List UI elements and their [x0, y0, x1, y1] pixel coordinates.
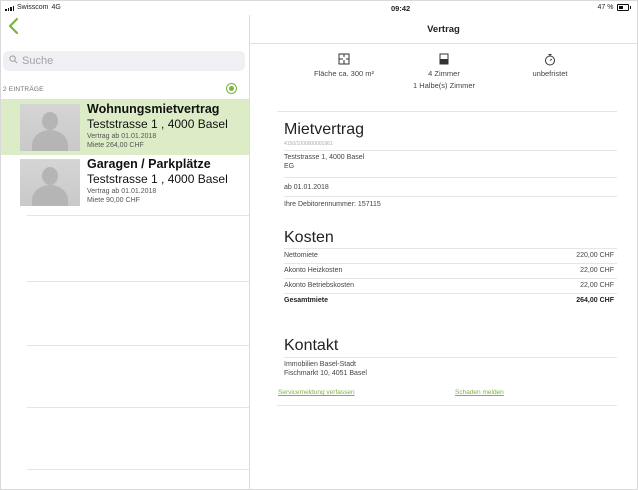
item-address: Teststrasse 1 , 4000 Basel — [87, 117, 228, 131]
cost-total-value: 264,00 CHF — [576, 297, 614, 304]
cost-value: 22,00 CHF — [580, 267, 614, 274]
contract-heading: Mietvertrag — [284, 121, 365, 138]
detail-pane: Vertrag Fläche ca. 300 m² 4 Zimmer 1 Hal… — [250, 15, 637, 489]
search-placeholder: Suche — [22, 55, 54, 67]
network-label: 4G — [51, 4, 61, 11]
avatar-placeholder-icon — [20, 159, 80, 206]
list-separator — [27, 215, 249, 216]
signal-icon — [5, 5, 14, 11]
cost-total-label: Gesamtmiete — [284, 297, 328, 304]
divider — [277, 111, 617, 112]
divider — [284, 196, 617, 197]
fact-rooms-value: 4 Zimmer — [428, 69, 460, 78]
avatar-placeholder-icon — [20, 104, 80, 151]
fact-term-value: unbefristet — [532, 69, 568, 78]
list-item[interactable]: Garagen / Parkplätze Teststrasse 1 , 400… — [1, 155, 249, 210]
status-left: Swisscom 4G — [5, 4, 61, 11]
list-separator — [27, 469, 249, 470]
contract-number: 4150/1000000001961 — [284, 141, 333, 147]
battery-tip — [629, 6, 631, 9]
divider — [277, 405, 617, 406]
item-contract-start: Vertrag ab 01.01.2018 — [87, 133, 157, 140]
fact-rooms: 4 Zimmer 1 Halbe(s) Zimmer — [384, 51, 504, 90]
stopwatch-icon — [490, 51, 610, 67]
divider — [284, 263, 617, 264]
status-bar: Swisscom 4G 09:42 47 % — [1, 1, 637, 15]
cost-label: Akonto Heizkosten — [284, 267, 343, 274]
list-separator — [27, 407, 249, 408]
debtor-number: Ihre Debitorennummer: 157115 — [284, 201, 381, 208]
detail-nav-bar: Vertrag — [250, 15, 637, 44]
master-pane: Suche 2 EINTRÄGE Wohnungsmietvertrag Tes… — [1, 15, 250, 489]
list-separator — [27, 345, 249, 346]
contact-address: Fischmarkt 10, 4051 Basel — [284, 370, 367, 377]
carrier-label: Swisscom — [17, 4, 49, 11]
status-right: 47 % — [598, 4, 631, 11]
contract-start: ab 01.01.2018 — [284, 184, 329, 191]
costs-heading: Kosten — [284, 229, 334, 246]
door-icon — [384, 51, 504, 67]
cost-row: Akonto Betriebskosten 22,00 CHF — [284, 282, 614, 289]
cost-row: Akonto Heizkosten 22,00 CHF — [284, 267, 614, 274]
damage-report-link[interactable]: Schaden melden — [455, 389, 504, 396]
back-chevron-icon[interactable] — [7, 17, 27, 39]
divider — [284, 150, 617, 151]
contact-heading: Kontakt — [284, 337, 339, 354]
item-contract-start: Vertrag ab 01.01.2018 — [87, 188, 157, 195]
fact-term: unbefristet — [490, 51, 610, 78]
battery-icon — [616, 4, 629, 11]
fact-half-rooms-value: 1 Halbe(s) Zimmer — [412, 81, 476, 90]
item-rent: Miete 264,00 CHF — [87, 142, 144, 149]
cost-total-row: Gesamtmiete 264,00 CHF — [284, 297, 614, 304]
item-title: Garagen / Parkplätze — [87, 157, 211, 171]
contract-address: Teststrasse 1, 4000 Basel — [284, 154, 365, 161]
cost-row: Nettomiete 220,00 CHF — [284, 252, 614, 259]
divider — [284, 177, 617, 178]
contract-floor: EG — [284, 163, 295, 170]
item-title: Wohnungsmietvertrag — [87, 102, 220, 116]
cost-label: Nettomiete — [284, 252, 318, 259]
divider — [284, 357, 617, 358]
search-icon — [9, 55, 18, 67]
cost-label: Akonto Betriebskosten — [284, 282, 355, 289]
search-input[interactable]: Suche — [3, 51, 245, 71]
filter-icon[interactable] — [226, 83, 237, 94]
entries-count: 2 EINTRÄGE — [3, 86, 44, 93]
list-item[interactable]: Wohnungsmietvertrag Teststrasse 1 , 4000… — [1, 100, 249, 155]
divider — [284, 278, 617, 279]
service-report-link[interactable]: Servicemeldung verfassen — [278, 389, 355, 396]
entries-header: 2 EINTRÄGE — [1, 81, 249, 99]
property-facts: Fläche ca. 300 m² 4 Zimmer 1 Halbe(s) Zi… — [250, 51, 637, 111]
clock: 09:42 — [391, 4, 411, 13]
item-address: Teststrasse 1 , 4000 Basel — [87, 172, 228, 186]
list-separator — [27, 281, 249, 282]
app-window: Swisscom 4G 09:42 47 % Suche 2 EINTRÄGE — [0, 0, 638, 490]
cost-value: 22,00 CHF — [580, 282, 614, 289]
contact-name: Immobilien Basel-Stadt — [284, 361, 356, 368]
item-rent: Miete 90,00 CHF — [87, 197, 140, 204]
page-title: Vertrag — [427, 24, 460, 35]
divider — [284, 293, 617, 294]
cost-value: 220,00 CHF — [576, 252, 614, 259]
left-nav-bar — [1, 15, 249, 43]
divider — [284, 248, 617, 249]
battery-percent: 47 % — [597, 4, 614, 11]
